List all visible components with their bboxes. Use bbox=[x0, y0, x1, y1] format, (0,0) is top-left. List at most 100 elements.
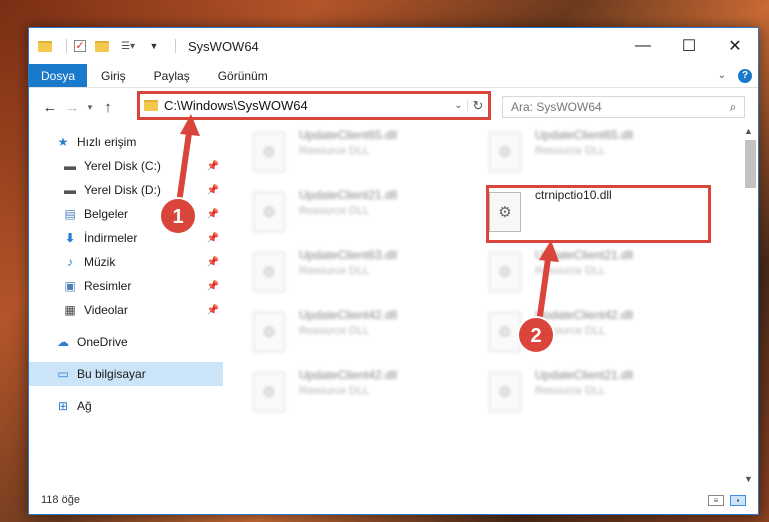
divider bbox=[175, 39, 176, 53]
up-arrow-icon[interactable]: ↑ bbox=[97, 99, 119, 116]
file-name: UpdateClient21.dll bbox=[299, 188, 398, 202]
divider bbox=[66, 39, 67, 53]
tab-home[interactable]: Giriş bbox=[87, 64, 140, 87]
file-name: UpdateClient65.dll bbox=[535, 128, 634, 142]
dll-file-icon: ⚙ bbox=[489, 252, 521, 292]
expand-ribbon-icon[interactable]: ⌄ bbox=[718, 70, 726, 81]
details-view-icon[interactable]: ≡ bbox=[708, 494, 724, 506]
dll-file-icon: ⚙ bbox=[489, 312, 521, 352]
scroll-thumb[interactable] bbox=[745, 140, 756, 188]
pin-icon[interactable]: 📌 bbox=[207, 305, 219, 316]
sidebar-item-label: Yerel Disk (D:) bbox=[84, 183, 161, 197]
minimize-button[interactable]: — bbox=[620, 28, 666, 64]
music-icon: ♪ bbox=[67, 255, 73, 269]
search-icon[interactable]: ⌕ bbox=[722, 100, 744, 115]
search-input[interactable]: Ara: SysWOW64 bbox=[511, 100, 722, 114]
title-bar: ✓ ☰▾ ▼ SysWOW64 — ☐ ✕ bbox=[29, 28, 758, 64]
window-controls: — ☐ ✕ bbox=[620, 28, 758, 64]
file-item[interactable]: ⚙ UpdateClient21.dll Resource DLL bbox=[489, 248, 699, 304]
sidebar-item-videos[interactable]: ▦ Videolar 📌 bbox=[29, 298, 223, 322]
properties-icon[interactable]: ✓ bbox=[73, 40, 87, 52]
address-dropdown-icon[interactable]: ⌄ bbox=[450, 100, 468, 111]
sidebar-item-label: Müzik bbox=[84, 255, 116, 269]
dll-file-icon: ⚙ bbox=[253, 192, 285, 232]
tab-file[interactable]: Dosya bbox=[29, 64, 87, 87]
navigation-bar: ← → ▼ ↑ C:\Windows\SysWOW64 ⌄ ↻ Ara: Sys… bbox=[29, 88, 758, 126]
pin-icon[interactable]: 📌 bbox=[207, 257, 219, 268]
sidebar-item-label: Bu bilgisayar bbox=[77, 367, 146, 381]
file-item[interactable]: ⚙ UpdateClient63.dll Resource DLL bbox=[253, 248, 463, 304]
status-bar: 118 öğe ≡ ▪ bbox=[29, 486, 758, 514]
sidebar-item-downloads[interactable]: ⬇ İndirmeler 📌 bbox=[29, 226, 223, 250]
drive-icon: ▬ bbox=[64, 159, 76, 173]
pin-icon[interactable]: 📌 bbox=[207, 185, 219, 196]
file-type: Resource DLL bbox=[299, 265, 370, 277]
large-icons-view-icon[interactable]: ▪ bbox=[730, 494, 746, 506]
pin-icon[interactable]: 📌 bbox=[207, 161, 219, 172]
file-item[interactable]: ⚙ UpdateClient21.dll Resource DLL bbox=[489, 368, 699, 424]
search-box[interactable]: Ara: SysWOW64 ⌕ bbox=[502, 96, 745, 118]
vertical-scrollbar[interactable]: ▲ ▼ bbox=[742, 126, 758, 486]
file-type: Resource DLL bbox=[299, 205, 370, 217]
sidebar-item-onedrive[interactable]: ☁ OneDrive bbox=[29, 330, 223, 354]
sidebar-item-music[interactable]: ♪ Müzik 📌 bbox=[29, 250, 223, 274]
file-type: Resource DLL bbox=[299, 145, 370, 157]
file-name: UpdateClient63.dll bbox=[299, 248, 398, 262]
dll-file-icon: ⚙ bbox=[253, 312, 285, 352]
explorer-window: ✓ ☰▾ ▼ SysWOW64 — ☐ ✕ Dosya Giriş Paylaş… bbox=[28, 27, 759, 515]
sidebar-item-this-pc[interactable]: ▭ Bu bilgisayar bbox=[29, 362, 223, 386]
toolbar-dropdown-icon[interactable]: ▼ bbox=[147, 40, 161, 52]
maximize-button[interactable]: ☐ bbox=[666, 28, 712, 64]
scroll-down-icon[interactable]: ▼ bbox=[744, 474, 753, 484]
sidebar-item-network[interactable]: ⊞ Ağ bbox=[29, 394, 223, 418]
pin-icon[interactable]: 📌 bbox=[207, 233, 219, 244]
documents-icon: ▤ bbox=[64, 207, 76, 221]
view-buttons: ≡ ▪ bbox=[708, 494, 758, 506]
download-icon: ⬇ bbox=[64, 231, 76, 245]
video-icon: ▦ bbox=[64, 303, 76, 317]
forward-arrow-icon[interactable]: → bbox=[61, 99, 83, 116]
sidebar-item-disk-c[interactable]: ▬ Yerel Disk (C:) 📌 bbox=[29, 154, 223, 178]
scroll-up-icon[interactable]: ▲ bbox=[744, 126, 753, 136]
navigation-pane: ★ Hızlı erişim ▬ Yerel Disk (C:) 📌 ▬ Yer… bbox=[29, 126, 223, 486]
file-type: Resource DLL bbox=[535, 265, 606, 277]
file-item[interactable]: ⚙ UpdateClient42.dll Resource DLL bbox=[489, 308, 699, 364]
sidebar-item-pictures[interactable]: ▣ Resimler 📌 bbox=[29, 274, 223, 298]
pin-icon[interactable]: 📌 bbox=[207, 281, 219, 292]
close-button[interactable]: ✕ bbox=[712, 28, 758, 64]
refresh-icon[interactable]: ↻ bbox=[468, 98, 488, 114]
file-item[interactable]: ⚙ UpdateClient42.dll Resource DLL bbox=[253, 308, 463, 364]
sidebar-item-quick-access[interactable]: ★ Hızlı erişim bbox=[29, 130, 223, 154]
sidebar-item-label: OneDrive bbox=[77, 335, 128, 349]
file-item[interactable]: ⚙ UpdateClient65.dll Resource DLL bbox=[253, 128, 463, 184]
recent-locations-icon[interactable]: ▼ bbox=[83, 103, 97, 112]
sidebar-item-label: Videolar bbox=[84, 303, 128, 317]
file-item[interactable]: ⚙ UpdateClient65.dll Resource DLL bbox=[489, 128, 699, 184]
back-arrow-icon[interactable]: ← bbox=[39, 99, 61, 116]
pictures-icon: ▣ bbox=[64, 279, 76, 293]
tab-share[interactable]: Paylaş bbox=[140, 64, 204, 87]
network-icon: ⊞ bbox=[57, 399, 69, 413]
file-item[interactable]: ⚙ UpdateClient21.dll Resource DLL bbox=[253, 188, 463, 244]
file-type: Resource DLL bbox=[535, 325, 606, 337]
folder-icon bbox=[144, 100, 158, 111]
file-type: Resource DLL bbox=[299, 325, 370, 337]
file-name: UpdateClient42.dll bbox=[535, 308, 634, 322]
pin-icon[interactable]: 📌 bbox=[207, 209, 219, 220]
sidebar-item-disk-d[interactable]: ▬ Yerel Disk (D:) 📌 bbox=[29, 178, 223, 202]
address-bar[interactable]: C:\Windows\SysWOW64 ⌄ ↻ bbox=[137, 91, 491, 120]
sidebar-item-label: Belgeler bbox=[84, 207, 129, 221]
new-folder-icon[interactable] bbox=[95, 40, 109, 52]
file-type: Resource DLL bbox=[299, 385, 370, 397]
customize-toolbar-icon[interactable]: ☰▾ bbox=[117, 40, 139, 52]
help-icon[interactable]: ? bbox=[738, 68, 752, 83]
dll-file-icon: ⚙ bbox=[253, 372, 285, 412]
cloud-icon: ☁ bbox=[57, 335, 69, 349]
address-path[interactable]: C:\Windows\SysWOW64 bbox=[164, 98, 450, 113]
sidebar-item-label: İndirmeler bbox=[84, 231, 138, 245]
sidebar-item-documents[interactable]: ▤ Belgeler 📌 bbox=[29, 202, 223, 226]
file-item[interactable]: ⚙ UpdateClient42.dll Resource DLL bbox=[253, 368, 463, 424]
tab-view[interactable]: Görünüm bbox=[204, 64, 282, 87]
sidebar-item-label: Yerel Disk (C:) bbox=[84, 159, 161, 173]
dll-file-icon: ⚙ bbox=[253, 132, 285, 172]
